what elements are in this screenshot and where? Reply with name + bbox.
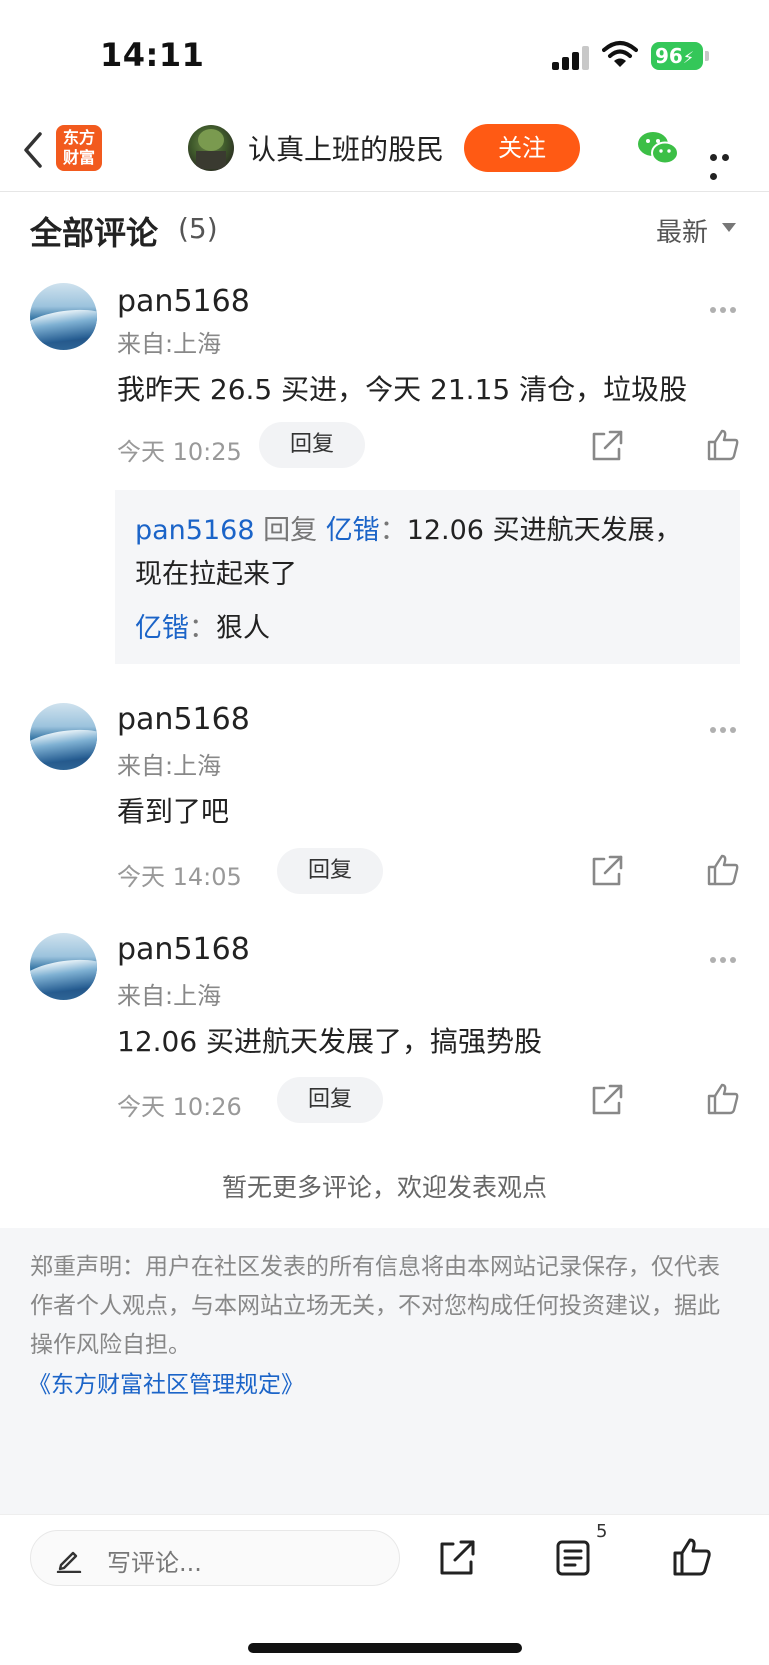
caret-down-icon[interactable] <box>722 223 736 232</box>
reply-separator: ： <box>379 515 407 546</box>
home-indicator <box>248 1643 522 1653</box>
thumbs-up-icon[interactable] <box>672 1537 712 1577</box>
avatar[interactable] <box>30 933 97 1000</box>
thumbs-up-icon[interactable] <box>706 1082 740 1116</box>
share-icon[interactable] <box>438 1539 476 1577</box>
pencil-icon <box>56 1551 82 1573</box>
thumbs-up-icon[interactable] <box>706 428 740 462</box>
comment-time: 今天 10:25 <box>117 438 242 466</box>
reply-user[interactable]: 亿锴 <box>135 613 189 644</box>
community-rules-link[interactable]: 《东方财富社区管理规定》 <box>28 1365 304 1399</box>
wifi-icon <box>602 41 638 67</box>
disclaimer-text: 郑重声明：用户在社区发表的所有信息将由本网站记录保存，仅代表作者个人观点，与本网… <box>30 1254 720 1358</box>
reply-line: pan5168 回复 亿锴：12.06 买进航天发展， <box>135 508 682 547</box>
comment-input-placeholder: 写评论... <box>107 1549 202 1577</box>
no-more-comments: 暂无更多评论，欢迎发表观点 <box>221 1173 547 1202</box>
commenter-location: 来自:上海 <box>117 330 222 358</box>
reply-text: 12.06 买进航天发展， <box>406 515 682 546</box>
reply-separator: ： <box>189 613 216 644</box>
comment-time: 今天 14:05 <box>117 863 242 891</box>
bottom-action-bar: 写评论... 5 <box>0 1514 769 1665</box>
comment-text: 12.06 买进航天发展了，搞强势股 <box>117 1025 543 1058</box>
reply-line-continued: 现在拉起来了 <box>135 559 297 590</box>
author-name[interactable]: 认真上班的股民 <box>248 128 444 168</box>
comments-count-badge: 5 <box>596 1521 608 1542</box>
status-bar: 14:11 96⚡ <box>0 0 769 110</box>
comment-text: 我昨天 26.5 买进，今天 21.15 清仓，垃圾股 <box>117 373 688 406</box>
comments-list-icon[interactable] <box>555 1539 591 1577</box>
commenter-name[interactable]: pan5168 <box>117 932 250 967</box>
cellular-signal-icon <box>552 46 592 70</box>
battery-cap <box>705 51 709 61</box>
comment-more-icon[interactable] <box>710 298 740 317</box>
reply-line: 亿锴：狠人 <box>135 606 270 645</box>
share-icon[interactable] <box>590 854 624 888</box>
comment-count: (5) <box>178 212 218 245</box>
commenter-location: 来自:上海 <box>117 982 222 1010</box>
comment-time: 今天 10:26 <box>117 1093 242 1121</box>
reply-thread: pan5168 回复 亿锴：12.06 买进航天发展， 现在拉起来了 亿锴：狠人 <box>115 490 740 664</box>
reply-button[interactable]: 回复 <box>277 848 383 894</box>
commenter-name[interactable]: pan5168 <box>117 284 250 319</box>
more-options-icon[interactable] <box>710 146 744 180</box>
author-avatar[interactable] <box>188 125 234 171</box>
commenter-name[interactable]: pan5168 <box>117 702 250 737</box>
reply-target[interactable]: 亿锴 <box>326 515 380 546</box>
comment-more-icon[interactable] <box>710 948 740 967</box>
back-chevron-icon[interactable] <box>18 130 48 170</box>
comment-text: 看到了吧 <box>117 795 230 828</box>
logo-line1: 东方 <box>62 128 95 147</box>
commenter-location: 来自:上海 <box>117 752 222 780</box>
reply-button[interactable]: 回复 <box>259 422 365 468</box>
status-time: 14:11 <box>100 36 205 74</box>
sort-dropdown[interactable]: 最新 <box>656 212 708 249</box>
reply-word: 回复 <box>254 515 326 546</box>
disclaimer-panel: 郑重声明：用户在社区发表的所有信息将由本网站记录保存，仅代表作者个人观点，与本网… <box>0 1228 769 1514</box>
logo-line2: 财富 <box>62 148 95 167</box>
follow-button[interactable]: 关注 <box>464 124 580 172</box>
avatar[interactable] <box>30 703 97 770</box>
comment-more-icon[interactable] <box>710 718 740 737</box>
battery-level: 96 <box>655 44 683 68</box>
thumbs-up-icon[interactable] <box>706 853 740 887</box>
reply-user[interactable]: pan5168 <box>135 515 255 546</box>
wechat-share-icon[interactable] <box>636 128 680 168</box>
avatar[interactable] <box>30 283 97 350</box>
reply-button[interactable]: 回复 <box>277 1077 383 1123</box>
section-title: 全部评论 <box>30 214 159 252</box>
battery-icon: 96⚡ <box>651 42 703 70</box>
share-icon[interactable] <box>590 429 624 463</box>
eastmoney-logo[interactable]: 东方 财富 <box>56 125 102 171</box>
reply-text: 狠人 <box>216 613 270 644</box>
comment-input[interactable]: 写评论... <box>30 1530 400 1586</box>
nav-header: 东方 财富 认真上班的股民 关注 <box>0 110 769 192</box>
share-icon[interactable] <box>590 1083 624 1117</box>
